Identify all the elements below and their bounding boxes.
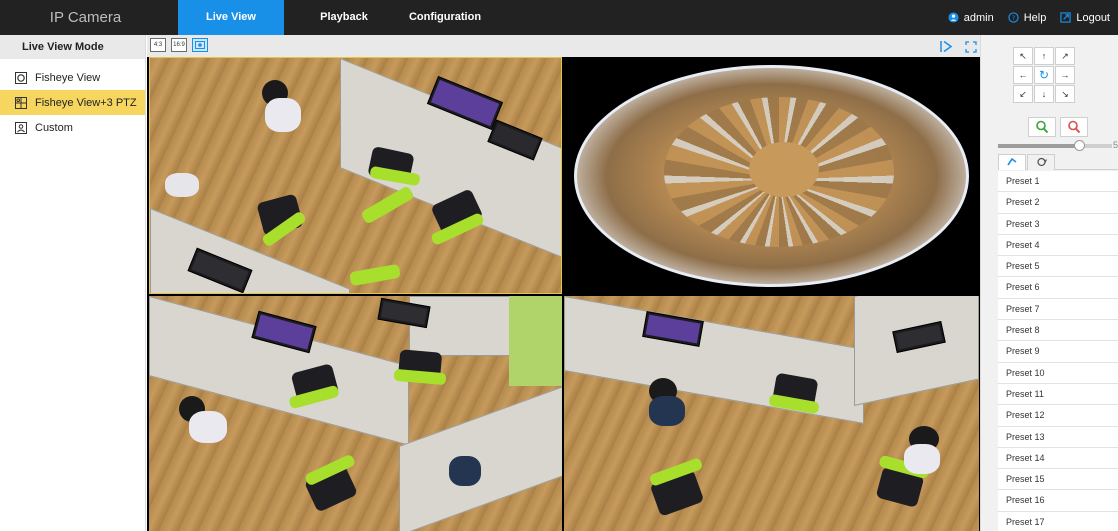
ptz-left-button[interactable]: ← (1013, 66, 1033, 84)
aspect-16-9-icon: 16:9 (173, 42, 185, 48)
auto-fit-icon (195, 41, 205, 49)
top-bar: IP Camera Live View Playback Configurati… (0, 0, 1118, 35)
preset-item[interactable]: Preset 1 (998, 171, 1118, 193)
preset-item[interactable]: Preset 4 (998, 235, 1118, 257)
ptz-up-button[interactable]: ↑ (1034, 47, 1054, 65)
ptz-down-button[interactable]: ↓ (1034, 85, 1054, 103)
help-label: Help (1023, 11, 1047, 24)
grid-icon (15, 96, 27, 109)
green-wall (509, 296, 562, 386)
fisheye-view[interactable] (564, 57, 979, 294)
ptz-auto-rotate-button[interactable]: ↻ (1034, 66, 1054, 84)
fisheye-center-floor (749, 142, 819, 197)
ptz-control-panel: ↖ ↑ ↗ ← ↻ → ↙ ↓ ↘ 5 Preset 1 Preset 2 Pr… (980, 35, 1118, 531)
ptz-speed-value: 5 (1113, 140, 1118, 150)
help-button[interactable]: ? Help (1008, 11, 1047, 24)
ptz-down-left-button[interactable]: ↙ (1013, 85, 1033, 103)
preset-item[interactable]: Preset 10 (998, 363, 1118, 384)
view-toolbar: 4:3 16:9 (147, 35, 980, 57)
preset-item[interactable]: Preset 15 (998, 469, 1118, 491)
preset-item[interactable]: Preset 7 (998, 299, 1118, 321)
zoom-controls (1028, 117, 1088, 137)
logout-label: Logout (1076, 11, 1110, 24)
person (189, 411, 227, 443)
person (449, 456, 481, 486)
slider-fill (998, 144, 1079, 148)
preset-item[interactable]: Preset 17 (998, 512, 1118, 531)
preset-icon (1006, 157, 1016, 166)
mode-custom[interactable]: Custom (0, 115, 145, 140)
ptz-speed-slider[interactable] (998, 140, 1112, 151)
user-account-button[interactable]: admin (948, 12, 994, 24)
ptz-down-right-button[interactable]: ↘ (1055, 85, 1075, 103)
auto-fit-button[interactable] (192, 38, 208, 52)
patrol-icon (1036, 157, 1047, 167)
fullscreen-icon[interactable] (965, 41, 977, 53)
live-view-mode-panel: Live View Mode Fisheye View Fisheye View… (0, 35, 146, 531)
logout-button[interactable]: Logout (1060, 12, 1110, 24)
user-menu: admin ? Help Logout (948, 0, 1110, 35)
ptz-view-1[interactable] (149, 57, 562, 294)
mode-label: Custom (35, 121, 73, 134)
preset-item[interactable]: Preset 2 (998, 192, 1118, 214)
play-icon[interactable] (940, 40, 952, 53)
brand-title: IP Camera (49, 9, 122, 26)
preset-item[interactable]: Preset 5 (998, 256, 1118, 278)
username-label: admin (963, 11, 994, 24)
aspect-4-3-button[interactable]: 4:3 (150, 38, 166, 52)
video-grid (147, 57, 980, 531)
preset-item[interactable]: Preset 11 (998, 384, 1118, 406)
ptz-view-3[interactable] (564, 296, 979, 531)
ptz-view-2[interactable] (149, 296, 562, 531)
logout-icon (1060, 12, 1072, 23)
preset-item[interactable]: Preset 6 (998, 277, 1118, 299)
ptz-up-left-button[interactable]: ↖ (1013, 47, 1033, 65)
preset-item[interactable]: Preset 9 (998, 341, 1118, 363)
help-icon: ? (1008, 12, 1019, 23)
slider-knob[interactable] (1073, 140, 1085, 151)
person (904, 444, 940, 474)
mode-list: Fisheye View Fisheye View+3 PTZ Custom (0, 65, 145, 140)
ptz-right-button[interactable]: → (1055, 66, 1075, 84)
custom-icon (15, 121, 27, 134)
preset-tabs (998, 154, 1118, 170)
aspect-4-3-icon: 4:3 (153, 42, 163, 48)
preset-item[interactable]: Preset 13 (998, 427, 1118, 448)
tab-playback[interactable]: Playback (294, 0, 394, 35)
person (649, 396, 685, 426)
tab-live-view[interactable]: Live View (178, 0, 284, 35)
mode-fisheye-view[interactable]: Fisheye View (0, 65, 145, 90)
preset-list: Preset 1 Preset 2 Preset 3 Preset 4 Preset 5… (998, 171, 1118, 531)
preset-item[interactable]: Preset 8 (998, 320, 1118, 342)
fisheye-icon (15, 71, 27, 84)
svg-text:?: ? (1012, 14, 1015, 22)
preset-item[interactable]: Preset 12 (998, 405, 1118, 427)
preset-item[interactable]: Preset 3 (998, 214, 1118, 235)
tab-configuration[interactable]: Configuration (400, 0, 490, 35)
mode-fisheye-3ptz[interactable]: Fisheye View+3 PTZ (0, 90, 145, 115)
tab-presets[interactable] (998, 154, 1026, 170)
mode-label: Fisheye View+3 PTZ (35, 96, 137, 109)
person (165, 173, 199, 197)
preset-item[interactable]: Preset 16 (998, 490, 1118, 512)
zoom-out-button[interactable] (1060, 117, 1088, 137)
preset-item[interactable]: Preset 14 (998, 448, 1118, 470)
ptz-up-right-button[interactable]: ↗ (1055, 47, 1075, 65)
zoom-in-icon (1036, 120, 1049, 134)
tab-patrol[interactable] (1027, 154, 1055, 170)
zoom-out-icon (1068, 120, 1081, 134)
aspect-16-9-button[interactable]: 16:9 (171, 38, 187, 52)
panel-title: Live View Mode (0, 35, 145, 59)
mode-label: Fisheye View (35, 71, 101, 84)
user-icon (948, 12, 959, 23)
person (265, 98, 301, 132)
zoom-in-button[interactable] (1028, 117, 1056, 137)
